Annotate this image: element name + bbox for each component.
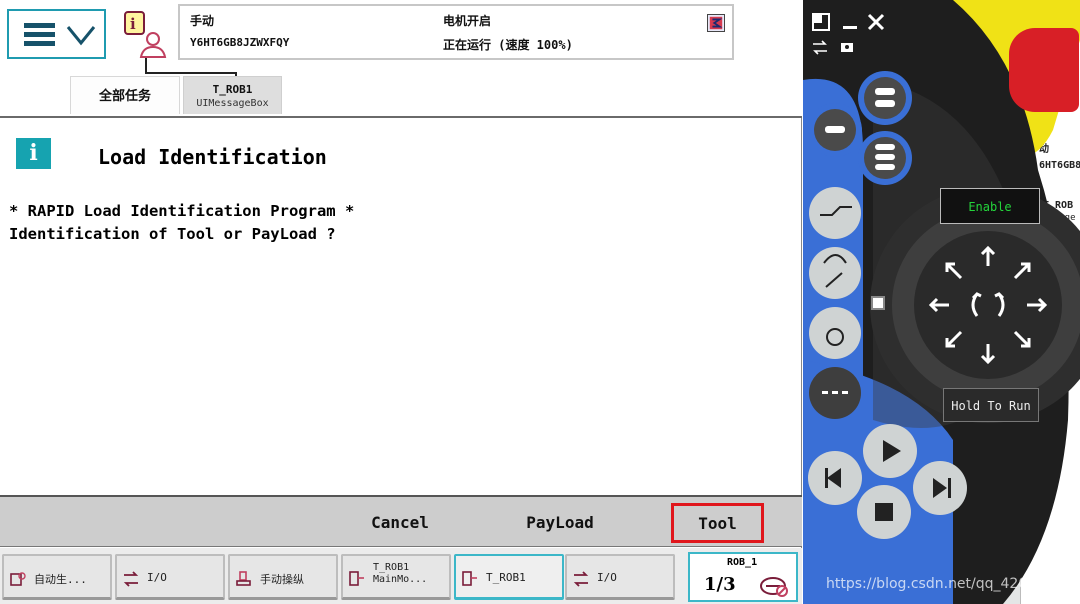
controller-id: Y6HT6GB8JZWXFQY (190, 36, 290, 49)
status-connector-line (145, 58, 237, 76)
taskbar-label: I/O (597, 571, 617, 584)
jog-speed-fraction: 1/3 (704, 574, 736, 595)
quickset-button[interactable]: ROB_1 1/3 (688, 552, 798, 602)
message-title: Load Identification (98, 145, 327, 169)
svg-text:i: i (130, 15, 136, 33)
window-controls (812, 13, 885, 55)
taskbar-label: T_ROB1 (486, 571, 526, 584)
top-bar: i 手动 Y6HT6GB8JZWXFQY 电机开启 正在运行 (速度 100%)… (0, 0, 802, 118)
emergency-stop-button[interactable] (1009, 28, 1079, 112)
pendant-hardware: 序 动 6HT6GB8 T_ROB essage nti ler wil en … (803, 0, 1080, 604)
app-root: i 手动 Y6HT6GB8JZWXFQY 电机开启 正在运行 (速度 100%)… (0, 0, 1080, 604)
taskbar-label: T_ROB1 MainMo... (373, 562, 428, 585)
taskbar-label: 手动操纵 (260, 573, 304, 586)
taskbar-item-auto-production[interactable]: 自动生... (2, 554, 112, 600)
tab-t-rob1-sublabel: UIMessageBox (196, 98, 269, 109)
function-key-2[interactable] (836, 109, 864, 137)
function-key-4[interactable] (885, 135, 931, 181)
status-panel[interactable]: 手动 Y6HT6GB8JZWXFQY 电机开启 正在运行 (速度 100%) (178, 4, 734, 60)
taskbar-label: I/O (147, 571, 167, 584)
taskbar-item-io[interactable]: I/O (115, 554, 225, 600)
motor-state: 电机开启 (443, 14, 492, 28)
toggle-motion-mode-key[interactable] (809, 247, 861, 299)
enable-device-label[interactable]: Enable (940, 188, 1040, 224)
select-mechanical-unit-key[interactable] (809, 187, 861, 239)
program-state-icon (707, 14, 725, 32)
watermark-text: https://blog.csdn.net/qq_42033903 (826, 576, 1072, 592)
payload-button[interactable]: PayLoad (500, 501, 620, 543)
cancel-button[interactable]: Cancel (340, 501, 460, 543)
hamburger-icon-bar (24, 32, 55, 37)
toggle-increment-key[interactable] (809, 367, 861, 419)
io-icon (573, 571, 589, 587)
taskbar: 自动生... I/O 手动操纵 T_ROB1 MainMo... T_ROB1 … (0, 548, 802, 604)
toggle-axes-key[interactable] (809, 307, 861, 359)
program-editor-icon (462, 571, 477, 586)
chevron-down-icon (66, 26, 96, 46)
abb-menu-button[interactable] (7, 9, 106, 59)
taskbar-item-program-editor[interactable]: T_ROB1 MainMo... (341, 554, 451, 600)
message-line: * RAPID Load Identification Program * (9, 202, 355, 220)
info-icon: i (16, 138, 51, 169)
function-key-1[interactable] (885, 75, 931, 121)
taskbar-item-t-rob1[interactable]: T_ROB1 (454, 554, 564, 600)
hold-to-run-button[interactable]: Hold To Run (943, 388, 1039, 422)
operating-mode: 手动 (190, 14, 215, 28)
message-line: Identification of Tool or PayLoad ? (9, 225, 336, 243)
program-editor-icon (349, 571, 364, 586)
flexpendant-screen: i 手动 Y6HT6GB8JZWXFQY 电机开启 正在运行 (速度 100%)… (0, 0, 802, 604)
usb-port-icon (871, 296, 885, 310)
auto-production-icon (10, 572, 26, 586)
step-backward-button[interactable] (808, 451, 862, 505)
tab-all-tasks[interactable]: 全部任务 (70, 76, 180, 114)
step-forward-button[interactable] (913, 461, 967, 515)
taskbar-item-io-2[interactable]: I/O (565, 554, 675, 600)
stop-button[interactable] (857, 485, 911, 539)
mechanical-unit-label: ROB_1 (727, 557, 758, 568)
hamburger-icon-bar (24, 41, 55, 46)
jogging-icon (236, 571, 251, 586)
programmable-keys (808, 71, 912, 185)
taskbar-item-jogging[interactable]: 手动操纵 (228, 554, 338, 600)
increment-icon (760, 577, 788, 597)
io-icon (123, 571, 139, 587)
taskbar-label: 自动生... (34, 573, 87, 586)
dialog-button-bar: Cancel PayLoad Tool (0, 495, 802, 547)
hamburger-icon (24, 23, 55, 28)
tab-t-rob1[interactable]: T_ROB1 UIMessageBox (183, 76, 282, 114)
event-log-icon[interactable]: i (121, 9, 171, 59)
tool-button[interactable]: Tool (671, 503, 764, 543)
start-button[interactable] (863, 424, 917, 478)
joystick[interactable] (925, 242, 1051, 368)
tab-t-rob1-label: T_ROB1 (212, 83, 253, 96)
run-state: 正在运行 (速度 100%) (443, 38, 573, 52)
